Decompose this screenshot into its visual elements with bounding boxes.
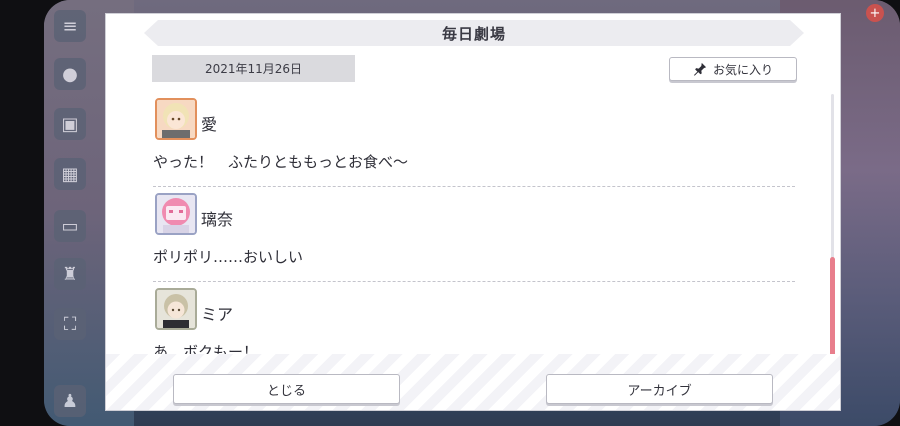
menu-icon[interactable]: ≡ bbox=[54, 10, 86, 42]
archive-button[interactable]: アーカイブ bbox=[546, 374, 773, 404]
speaker-name: 璃奈 bbox=[201, 210, 234, 229]
present-icon[interactable]: ▣ bbox=[54, 108, 86, 140]
speaker-name: ミア bbox=[201, 305, 234, 324]
message-text: ポリポリ……おいしい bbox=[153, 248, 304, 266]
daily-theater-dialog: 毎日劇場 2021年11月26日 お気に入り 愛 やった！ ふたりとももっとお食… bbox=[105, 13, 841, 411]
avatar-rina bbox=[155, 193, 197, 235]
pin-icon bbox=[693, 62, 707, 76]
plus-icon[interactable]: + bbox=[866, 4, 884, 22]
chat-icon[interactable]: ● bbox=[54, 58, 86, 90]
scrollbar-thumb[interactable] bbox=[830, 257, 835, 366]
divider bbox=[153, 281, 795, 282]
avatar-mia bbox=[155, 288, 197, 330]
user-icon[interactable]: ♟ bbox=[54, 385, 86, 417]
avatar-ai bbox=[155, 98, 197, 140]
trophy-icon[interactable]: ♜ bbox=[54, 258, 86, 290]
close-button[interactable]: とじる bbox=[173, 374, 400, 404]
message-item: 愛 やった！ ふたりとももっとお食べ～ bbox=[150, 94, 795, 189]
message-item: 璃奈 ポリポリ……おいしい bbox=[150, 189, 795, 284]
dialog-title: 毎日劇場 bbox=[144, 20, 804, 46]
date-label: 2021年11月26日 bbox=[152, 55, 355, 82]
favorite-button[interactable]: お気に入り bbox=[669, 57, 797, 81]
gift-icon[interactable]: ▦ bbox=[54, 158, 86, 190]
speaker-name: 愛 bbox=[201, 115, 218, 134]
expand-icon[interactable]: ⛶ bbox=[54, 308, 86, 340]
message-list[interactable]: 愛 やった！ ふたりとももっとお食べ～ 璃奈 ポリポリ……おいしい ミア あ、ボ… bbox=[150, 94, 795, 366]
message-text: やった！ ふたりとももっとお食べ～ bbox=[153, 153, 409, 171]
divider bbox=[153, 186, 795, 187]
favorite-label: お気に入り bbox=[712, 62, 773, 77]
monitor-icon[interactable]: ▭ bbox=[54, 210, 86, 242]
